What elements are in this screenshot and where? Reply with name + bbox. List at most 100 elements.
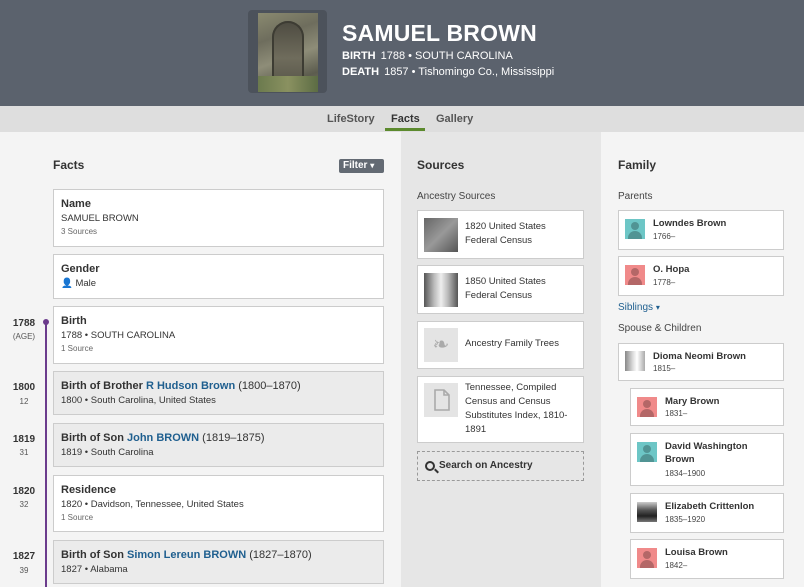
chevron-down-icon: ▾: [370, 161, 375, 170]
fact-title: Birth of Son: [61, 432, 124, 444]
fact-title: Birth: [61, 315, 87, 327]
fact-detail: 1819 • South Carolina: [61, 447, 154, 458]
family-member-dates: 1815–: [653, 364, 676, 373]
source-item[interactable]: 1820 United States Federal Census: [417, 210, 584, 259]
siblings-label: Siblings: [618, 302, 654, 313]
family-member-card[interactable]: Lowndes Brown 1766–: [618, 210, 784, 250]
profile-photo-frame[interactable]: [248, 10, 327, 93]
family-member-name: David Washington Brown: [665, 441, 748, 465]
fact-detail-row: 👤 Male: [61, 278, 383, 289]
fact-detail: 1800 • South Carolina, United States: [61, 395, 216, 406]
source-title: 1820 United States Federal Census: [465, 221, 546, 246]
fact-card-gender[interactable]: Gender 👤 Male: [53, 254, 384, 299]
fact-title: Birth of Brother: [61, 380, 143, 392]
fact-card-birth-of-son[interactable]: Birth of Son Simon Lereun BROWN (1827–18…: [53, 540, 384, 584]
child-photo: [637, 502, 657, 522]
female-avatar-icon: [637, 397, 657, 417]
timeline-age: 31: [19, 448, 29, 457]
tab-gallery[interactable]: Gallery: [436, 113, 473, 125]
death-label: DEATH: [342, 66, 380, 78]
sources-heading: Sources: [417, 158, 465, 172]
source-item[interactable]: ❧ Ancestry Family Trees: [417, 321, 584, 369]
source-item[interactable]: Tennessee, Compiled Census and Census Su…: [417, 376, 584, 443]
family-member-dates: 1842–: [665, 561, 688, 570]
timeline-dot: [43, 319, 49, 325]
spouse-children-label: Spouse & Children: [618, 323, 702, 334]
filter-button[interactable]: Filter ▾: [339, 159, 384, 173]
fact-card-birth[interactable]: Birth 1788 • SOUTH CAROLINA 1 Source: [53, 306, 384, 364]
leaf-icon: ❧: [424, 328, 458, 362]
child-card[interactable]: Louisa Brown 1842–: [630, 539, 784, 579]
family-member-name: Louisa Brown: [665, 547, 728, 558]
fact-sources[interactable]: 1 Source: [61, 513, 383, 522]
search-icon: [425, 461, 435, 471]
relative-link[interactable]: R Hudson Brown: [146, 380, 235, 392]
spouse-photo: [625, 351, 645, 371]
timeline-age: 39: [19, 566, 29, 575]
parents-label: Parents: [618, 191, 653, 202]
family-member-name: Lowndes Brown: [653, 218, 727, 229]
male-avatar-icon: [637, 442, 657, 462]
tab-bar: LifeStory Facts Gallery: [0, 106, 804, 132]
tab-facts[interactable]: Facts: [391, 113, 420, 125]
death-summary: DEATH 1857 • Tishomingo Co., Mississippi: [342, 66, 554, 78]
source-title: 1850 United States Federal Census: [465, 276, 546, 301]
fact-title: Gender: [61, 263, 100, 275]
child-card[interactable]: Mary Brown 1831–: [630, 388, 784, 426]
active-tab-indicator: [385, 128, 425, 131]
document-icon: [424, 383, 458, 417]
headstone-photo[interactable]: [258, 13, 318, 92]
census-thumbnail: [424, 273, 458, 307]
fact-sources[interactable]: 3 Sources: [61, 227, 383, 236]
birth-label: BIRTH: [342, 50, 376, 62]
search-on-ancestry-label: Search on Ancestry: [439, 460, 533, 471]
family-member-dates: 1766–: [653, 232, 676, 241]
family-member-name: Mary Brown: [665, 396, 720, 407]
fact-card-birth-of-son[interactable]: Birth of Son John BROWN (1819–1875) 1819…: [53, 423, 384, 467]
relative-lifespan: (1800–1870): [238, 380, 301, 392]
fact-title-row: Birth of Son John BROWN (1819–1875): [61, 432, 383, 444]
relative-link[interactable]: Simon Lereun BROWN: [127, 549, 246, 561]
fact-detail: Male: [75, 278, 97, 289]
fact-title-row: Birth of Brother R Hudson Brown (1800–18…: [61, 380, 383, 392]
fact-sources[interactable]: 1 Source: [61, 344, 383, 353]
family-member-card[interactable]: O. Hopa 1778–: [618, 256, 784, 296]
timeline-line: [45, 322, 47, 587]
female-avatar-icon: [625, 265, 645, 285]
filter-label: Filter: [343, 160, 368, 171]
fact-detail: 1820 • Davidson, Tennessee, United State…: [61, 499, 244, 510]
siblings-toggle[interactable]: Siblings ▾: [618, 302, 660, 313]
fact-title: Residence: [61, 484, 117, 496]
tab-lifestory[interactable]: LifeStory: [327, 113, 375, 125]
source-title: Tennessee, Compiled Census and Census Su…: [465, 382, 568, 435]
death-value: 1857 • Tishomingo Co., Mississippi: [384, 66, 555, 78]
timeline-age: 32: [19, 500, 29, 509]
timeline-year: 1820: [12, 486, 36, 497]
family-member-dates: 1831–: [665, 409, 688, 418]
fact-detail: SAMUEL BROWN: [61, 213, 139, 224]
fact-card-residence[interactable]: Residence 1820 • Davidson, Tennessee, Un…: [53, 475, 384, 532]
child-card[interactable]: David Washington Brown 1834–1900: [630, 433, 784, 486]
spouse-card[interactable]: Dioma Neomi Brown 1815–: [618, 343, 784, 381]
family-member-dates: 1778–: [653, 278, 676, 287]
child-card[interactable]: Elizabeth Crittenlon 1835–1920: [630, 493, 784, 533]
relative-lifespan: (1819–1875): [202, 432, 265, 444]
relative-link[interactable]: John BROWN: [127, 432, 199, 444]
timeline-age: 12: [19, 397, 29, 406]
fact-title-row: Birth of Son Simon Lereun BROWN (1827–18…: [61, 549, 383, 561]
person-name: SAMUEL BROWN: [342, 20, 537, 46]
search-on-ancestry-button[interactable]: Search on Ancestry: [417, 451, 584, 481]
source-item[interactable]: 1850 United States Federal Census: [417, 265, 584, 314]
male-avatar-icon: [625, 219, 645, 239]
family-member-name: O. Hopa: [653, 264, 690, 275]
timeline-year: 1800: [12, 382, 36, 393]
fact-title: Birth of Son: [61, 549, 124, 561]
fact-title: Name: [61, 198, 91, 210]
female-avatar-icon: [637, 548, 657, 568]
family-member-dates: 1835–1920: [665, 515, 706, 524]
source-title: Ancestry Family Trees: [465, 338, 559, 349]
fact-card-birth-of-brother[interactable]: Birth of Brother R Hudson Brown (1800–18…: [53, 371, 384, 415]
timeline-age: (AGE): [12, 332, 36, 341]
birth-value: 1788 • SOUTH CAROLINA: [380, 50, 513, 62]
fact-card-name[interactable]: Name SAMUEL BROWN 3 Sources: [53, 189, 384, 247]
